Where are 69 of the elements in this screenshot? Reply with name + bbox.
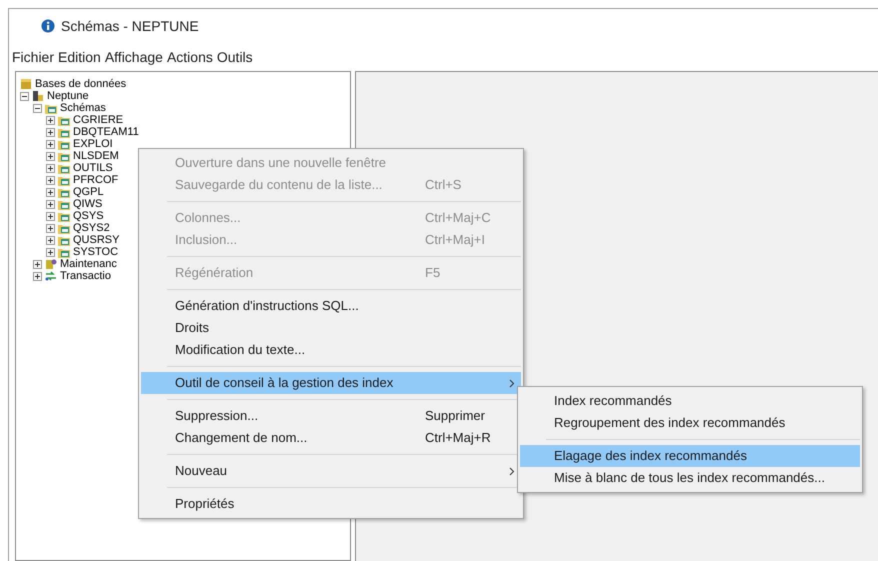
menu-bar-item[interactable]: Actions <box>166 46 213 68</box>
menu-item[interactable]: Modification du texte... <box>141 339 521 361</box>
cylinder-icon <box>45 258 57 270</box>
folder-icon <box>58 234 70 246</box>
tree-item-label[interactable]: OUTILS <box>73 162 113 174</box>
folder-icon <box>58 186 70 198</box>
expand-toggle[interactable] <box>46 200 55 208</box>
expand-toggle[interactable] <box>46 152 55 160</box>
menu-bar-item[interactable]: Affichage <box>104 46 163 68</box>
tree-item-label[interactable]: NLSDEM <box>73 150 119 162</box>
menu-item[interactable]: Changement de nom... Ctrl+Maj+R <box>141 427 521 449</box>
tree-item-label[interactable]: QSYS <box>73 210 104 222</box>
expand-toggle[interactable] <box>46 128 55 136</box>
folder-icon <box>45 102 57 114</box>
expand-toggle[interactable] <box>20 92 29 100</box>
folder-icon <box>58 138 70 150</box>
folder-icon <box>58 198 70 210</box>
menu-item[interactable]: Mise à blanc de tous les index recommandés... <box>520 467 860 489</box>
tree-item-label[interactable]: QGPL <box>73 186 104 198</box>
expand-toggle[interactable] <box>46 116 55 124</box>
folder-icon <box>58 162 70 174</box>
expand-toggle[interactable] <box>46 248 55 256</box>
menu-bar-item[interactable]: Edition <box>58 46 101 68</box>
menu-item[interactable]: Elagage des index recommandés <box>520 445 860 467</box>
tree-item-label[interactable]: SYSTOC <box>73 246 118 258</box>
server-icon <box>32 90 44 102</box>
tree-item-label[interactable]: CGRIERE <box>73 114 124 126</box>
expand-toggle[interactable] <box>33 104 42 112</box>
tree-item-label[interactable]: QSYS2 <box>73 222 110 234</box>
expand-toggle[interactable] <box>46 212 55 220</box>
folder-icon <box>58 114 70 126</box>
expand-toggle[interactable] <box>46 140 55 148</box>
tree-item-label[interactable]: QIWS <box>73 198 102 210</box>
menu-item[interactable]: Nouveau <box>141 460 521 482</box>
menu-item[interactable]: Regroupement des index recommandés <box>520 412 860 434</box>
tree-item-label[interactable]: Bases de données <box>35 78 126 90</box>
folder-icon <box>58 126 70 138</box>
menu-bar-item[interactable]: Fichier <box>12 46 54 68</box>
menu-bar-item[interactable]: Outils <box>216 46 253 68</box>
folder-icon <box>58 210 70 222</box>
menu-item[interactable]: Index recommandés <box>520 390 860 412</box>
tree-item-label[interactable]: Schémas <box>60 102 106 114</box>
menu-item[interactable]: Génération d'instructions SQL... <box>141 295 521 317</box>
arrows-icon <box>45 270 57 282</box>
menu-item[interactable]: Outil de conseil à la gestion des index <box>141 372 521 394</box>
folder-icon <box>58 222 70 234</box>
expand-toggle[interactable] <box>46 164 55 172</box>
tree-item-label[interactable]: Transactio <box>60 270 111 282</box>
folder-icon <box>58 246 70 258</box>
tree-item-label[interactable]: QUSRSY <box>73 234 120 246</box>
tree-item-label[interactable]: PFRCOF <box>73 174 118 186</box>
window-title: Schémas - NEPTUNE <box>61 16 199 36</box>
expand-toggle[interactable] <box>46 176 55 184</box>
expand-toggle[interactable] <box>46 224 55 232</box>
folder-icon <box>58 150 70 162</box>
expand-toggle[interactable] <box>33 272 42 280</box>
menu-item[interactable]: Propriétés <box>141 493 521 515</box>
tree-item-label[interactable]: DBQTEAM11 <box>73 126 139 138</box>
menu-item[interactable]: Suppression... Supprimer <box>141 405 521 427</box>
tree-item-label[interactable]: Maintenanc <box>60 258 117 270</box>
expand-toggle[interactable] <box>33 260 42 268</box>
tree-item-label[interactable]: EXPLOI <box>73 138 113 150</box>
info-icon <box>41 19 55 33</box>
menu-item[interactable]: Droits <box>141 317 521 339</box>
expand-toggle[interactable] <box>46 188 55 196</box>
folder-icon <box>58 174 70 186</box>
tree-item-label[interactable]: Neptune <box>47 90 89 102</box>
database-icon <box>20 78 32 90</box>
expand-toggle[interactable] <box>46 236 55 244</box>
